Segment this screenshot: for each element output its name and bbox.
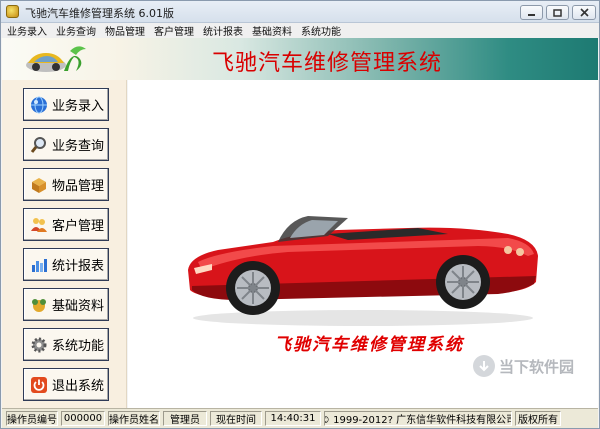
menu-item-customers[interactable]: 客户管理 [154, 23, 194, 38]
minimize-icon [528, 13, 535, 16]
menu-bar: 业务录入 业务查询 物品管理 客户管理 统计报表 基础资料 系统功能 [1, 23, 599, 38]
magnifier-icon [29, 135, 49, 155]
sidebar-item-label: 基础资料 [52, 299, 105, 314]
bar-chart-icon [29, 255, 49, 275]
status-bar: 操作员编号 000000 操作员姓名 管理员 现在时间 14:40:31 © 1… [2, 408, 598, 428]
company-logo [26, 46, 86, 72]
menu-item-business-entry[interactable]: 业务录入 [7, 23, 47, 38]
copyright-text: © 1999-2012? 广东信华软件科技有限公司 [324, 411, 512, 426]
red-convertible-image [188, 216, 538, 326]
time-label: 现在时间 [210, 411, 262, 426]
sidebar-item-business-query[interactable]: 业务查询 [23, 128, 109, 161]
sidebar-item-reports[interactable]: 统计报表 [23, 248, 109, 281]
slogan-text: 飞驰汽车维修管理系统 [274, 335, 464, 355]
watermark-text: 当下软件园 [499, 357, 575, 376]
globe-icon [29, 95, 49, 115]
power-icon [29, 375, 49, 395]
menu-item-business-query[interactable]: 业务查询 [56, 23, 96, 38]
menu-item-reports[interactable]: 统计报表 [203, 23, 243, 38]
rights-text: 版权所有 [515, 411, 561, 426]
sidebar: 业务录入 业务查询 物品管理 客户管理 统计报表 基础资料 系统功能 退出系统 [2, 80, 127, 408]
title-bar[interactable]: 飞驰汽车维修管理系统 6.01版 [1, 1, 599, 23]
sidebar-item-label: 退出系统 [52, 379, 105, 394]
sidebar-item-label: 业务录入 [52, 99, 105, 114]
sidebar-item-label: 客户管理 [52, 219, 105, 234]
app-window: 飞驰汽车维修管理系统 6.01版 业务录入 业务查询 物品管理 客户管理 统计报… [0, 0, 600, 429]
box-icon [29, 175, 49, 195]
maximize-button[interactable] [546, 5, 569, 20]
watermark: 当下软件园 [473, 355, 574, 377]
sidebar-item-basic-data[interactable]: 基础资料 [23, 288, 109, 321]
sidebar-item-exit[interactable]: 退出系统 [23, 368, 109, 401]
gear-icon [29, 335, 49, 355]
banner-title: 飞驰汽车维修管理系统 [212, 51, 443, 76]
operator-id-value: 000000 [61, 411, 105, 426]
sidebar-item-business-entry[interactable]: 业务录入 [23, 88, 109, 121]
time-value: 14:40:31 [265, 411, 321, 426]
close-icon [579, 8, 589, 17]
sidebar-item-goods[interactable]: 物品管理 [23, 168, 109, 201]
menu-item-goods[interactable]: 物品管理 [105, 23, 145, 38]
operator-name-label: 操作员姓名 [108, 411, 160, 426]
main-content: 飞驰汽车维修管理系统 当下软件园 [128, 80, 598, 408]
menu-item-basic-data[interactable]: 基础资料 [252, 23, 292, 38]
sidebar-item-system[interactable]: 系统功能 [23, 328, 109, 361]
sidebar-item-label: 系统功能 [52, 339, 105, 354]
header-banner: 飞驰汽车维修管理系统 [2, 38, 598, 80]
sidebar-item-customers[interactable]: 客户管理 [23, 208, 109, 241]
app-icon [6, 5, 19, 18]
close-button[interactable] [572, 5, 596, 20]
download-arrow-icon [473, 355, 495, 377]
operator-name-value: 管理员 [163, 411, 207, 426]
sidebar-item-label: 业务查询 [52, 139, 105, 154]
data-icon [29, 295, 49, 315]
window-title: 飞驰汽车维修管理系统 6.01版 [25, 7, 174, 20]
minimize-button[interactable] [520, 5, 543, 20]
operator-id-label: 操作员编号 [6, 411, 58, 426]
sidebar-item-label: 物品管理 [52, 179, 105, 194]
menu-item-system[interactable]: 系统功能 [301, 23, 341, 38]
people-icon [29, 215, 49, 235]
maximize-icon [553, 8, 562, 17]
sidebar-item-label: 统计报表 [52, 259, 105, 274]
